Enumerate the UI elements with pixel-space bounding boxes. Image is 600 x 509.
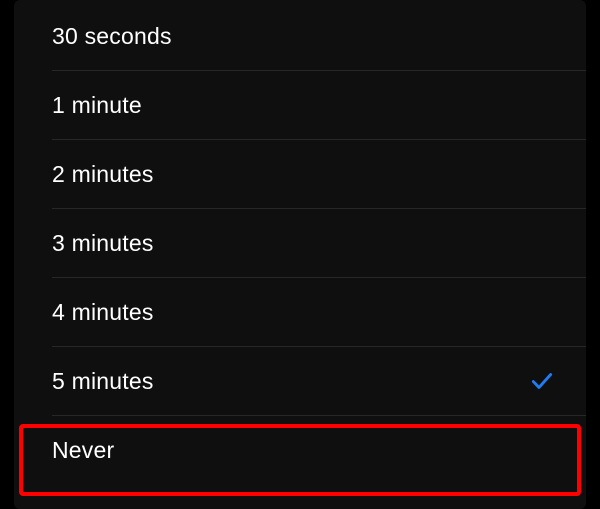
option-label: 30 seconds [52, 23, 172, 50]
option-2-minutes[interactable]: 2 minutes [14, 140, 586, 208]
option-5-minutes[interactable]: 5 minutes [14, 347, 586, 415]
option-label: 4 minutes [52, 299, 154, 326]
option-label: 3 minutes [52, 230, 154, 257]
option-30-seconds[interactable]: 30 seconds [14, 2, 586, 70]
option-label: 1 minute [52, 92, 142, 119]
option-label: 5 minutes [52, 368, 154, 395]
auto-lock-options-list: 30 seconds 1 minute 2 minutes 3 minutes … [14, 0, 586, 484]
settings-panel: 30 seconds 1 minute 2 minutes 3 minutes … [14, 0, 586, 509]
option-3-minutes[interactable]: 3 minutes [14, 209, 586, 277]
option-never[interactable]: Never [14, 416, 586, 484]
checkmark-icon [528, 367, 556, 395]
option-4-minutes[interactable]: 4 minutes [14, 278, 586, 346]
option-1-minute[interactable]: 1 minute [14, 71, 586, 139]
option-label: Never [52, 437, 114, 464]
option-label: 2 minutes [52, 161, 154, 188]
